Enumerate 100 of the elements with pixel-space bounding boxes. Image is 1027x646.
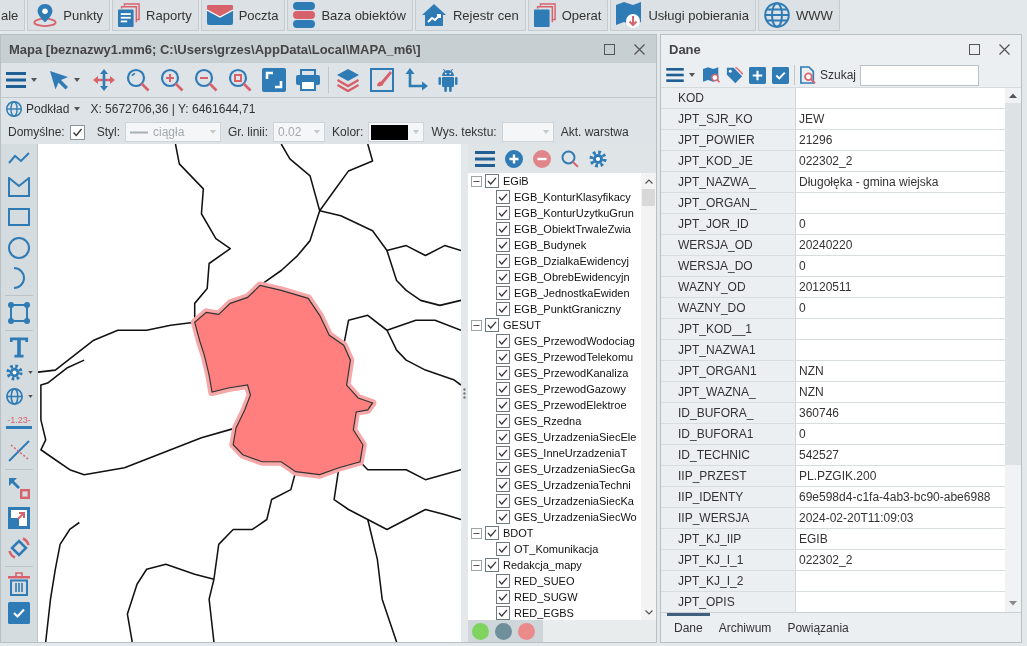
layer-checkbox[interactable]: [485, 526, 499, 540]
ribbon-tab[interactable]: Baza obiektów: [287, 0, 413, 31]
layer-checkbox[interactable]: [496, 366, 510, 380]
scrollbar[interactable]: [1005, 88, 1021, 612]
layer-group-name[interactable]: BDOT: [503, 527, 534, 539]
layer-checkbox[interactable]: [496, 606, 510, 620]
color-dot[interactable]: [495, 622, 512, 640]
globe-icon[interactable]: [5, 388, 23, 405]
pointer-icon[interactable]: [49, 69, 69, 91]
circle-icon[interactable]: [8, 236, 30, 259]
arc-icon[interactable]: [13, 266, 25, 289]
move-icon[interactable]: [92, 68, 116, 92]
close-icon[interactable]: [999, 43, 1010, 55]
caret-icon[interactable]: [31, 78, 37, 82]
layer-name[interactable]: GES_PrzewodWodociag: [514, 335, 635, 347]
layer-name[interactable]: EGB_JednostkaEwiden: [514, 287, 630, 299]
layer-checkbox[interactable]: [496, 222, 510, 236]
scroll-down-icon[interactable]: [644, 610, 653, 615]
rotate-icon[interactable]: [8, 537, 30, 559]
caret-icon[interactable]: [689, 73, 695, 77]
layer-checkbox[interactable]: [496, 302, 510, 316]
color-dot[interactable]: [472, 622, 489, 640]
layer-name[interactable]: GES_PrzewodKanaliza: [514, 367, 629, 379]
layer-name[interactable]: GES_UrzadzeniaSiecWo: [514, 511, 637, 523]
layer-name[interactable]: EGB_Budynek: [514, 239, 587, 251]
scrollbar-thumb[interactable]: [642, 189, 655, 206]
android-icon[interactable]: [438, 68, 458, 92]
layer-checkbox[interactable]: [496, 398, 510, 412]
layer-name[interactable]: EGB_ObiektTrwaleZwia: [514, 223, 631, 235]
ribbon-tab[interactable]: Punkty: [27, 0, 111, 31]
trash-icon[interactable]: [8, 572, 30, 596]
caret-icon[interactable]: [27, 371, 33, 374]
layer-name[interactable]: EGB_KonturUzytkuGrun: [514, 207, 634, 219]
layer-checkbox[interactable]: [496, 286, 510, 300]
caret-icon[interactable]: [74, 78, 80, 82]
edit-icon[interactable]: [370, 68, 394, 92]
ribbon-tab[interactable]: ale: [0, 0, 26, 31]
layer-checkbox[interactable]: [485, 558, 499, 572]
layer-checkbox[interactable]: [496, 446, 510, 460]
layer-name[interactable]: GES_UrzadzeniaSiecGa: [514, 463, 636, 475]
ribbon-tab[interactable]: WWW: [757, 0, 840, 31]
layer-name[interactable]: EGB_DzialkaEwidencyj: [514, 255, 629, 267]
map-search-icon[interactable]: [703, 67, 720, 83]
ribbon-tab[interactable]: Operat: [527, 0, 609, 31]
bounding-box-icon[interactable]: [8, 302, 30, 324]
layer-name[interactable]: GES_PrzewodGazowy: [514, 383, 626, 395]
layer-checkbox[interactable]: [496, 510, 510, 524]
layer-checkbox[interactable]: [496, 462, 510, 476]
scrollbar-thumb[interactable]: [1005, 103, 1021, 465]
default-checkbox[interactable]: [69, 124, 85, 140]
layer-checkbox[interactable]: [496, 350, 510, 364]
scroll-up-icon[interactable]: [644, 179, 653, 184]
color-dot[interactable]: [518, 622, 535, 640]
split-line-icon[interactable]: [8, 440, 30, 462]
layers-icon[interactable]: [336, 68, 360, 92]
zoom-in-icon[interactable]: [160, 68, 184, 92]
layer-name[interactable]: EGB_KonturKlasyfikacy: [514, 191, 631, 203]
layer-name[interactable]: RED_SUGW: [514, 591, 578, 603]
panel-tab[interactable]: Archiwum: [711, 613, 779, 639]
layer-name[interactable]: GES_Rzedna: [514, 415, 582, 427]
move-to-icon[interactable]: [8, 507, 30, 529]
ribbon-tab[interactable]: Rejestr cen: [414, 0, 526, 31]
ribbon-tab[interactable]: Poczta: [200, 0, 286, 31]
layer-name[interactable]: RED_SUEO: [514, 575, 575, 587]
layer-name[interactable]: GES_InneUrzadzeniaT: [514, 447, 628, 459]
axes-icon[interactable]: [404, 68, 428, 92]
layer-checkbox[interactable]: [496, 190, 510, 204]
panel-tab[interactable]: Powiązania: [780, 613, 856, 639]
basemap-dropdown[interactable]: Podkład: [6, 101, 81, 117]
search-icon[interactable]: [126, 68, 150, 92]
zoom-extent-icon[interactable]: [228, 68, 252, 92]
layer-checkbox[interactable]: [496, 478, 510, 492]
layer-name[interactable]: RED_EGBS: [514, 607, 574, 619]
print-icon[interactable]: [296, 69, 320, 91]
text-tool-icon[interactable]: [9, 335, 29, 359]
splitter-handle[interactable]: [461, 144, 468, 642]
layer-name[interactable]: OT_Komunikacja: [514, 543, 599, 555]
menu-icon[interactable]: [666, 68, 684, 82]
layer-checkbox[interactable]: [496, 238, 510, 252]
resize-icon[interactable]: [8, 477, 30, 499]
search-field[interactable]: [860, 64, 980, 86]
add-icon[interactable]: [749, 66, 766, 84]
map-view[interactable]: [38, 144, 461, 642]
minus-box-icon[interactable]: [471, 527, 482, 539]
layer-checkbox[interactable]: [485, 174, 499, 188]
layer-name[interactable]: EGB_PunktGraniczny: [514, 303, 621, 315]
layer-group-name[interactable]: Redakcja_mapy: [503, 559, 582, 571]
layer-checkbox[interactable]: [485, 318, 499, 332]
layer-name[interactable]: GES_PrzewodTelekomu: [514, 351, 634, 363]
caret-icon[interactable]: [27, 395, 33, 398]
layer-name[interactable]: GES_UrzadzeniaSiecEle: [514, 431, 637, 443]
scrollbar[interactable]: [641, 173, 656, 620]
search-icon[interactable]: [561, 149, 579, 168]
accept-icon[interactable]: [8, 602, 30, 624]
layer-checkbox[interactable]: [496, 590, 510, 604]
polyline-icon[interactable]: [8, 152, 30, 164]
layer-checkbox[interactable]: [496, 542, 510, 556]
maximize-icon[interactable]: [969, 43, 980, 55]
zoom-out-icon[interactable]: [194, 68, 218, 92]
layer-checkbox[interactable]: [496, 270, 510, 284]
